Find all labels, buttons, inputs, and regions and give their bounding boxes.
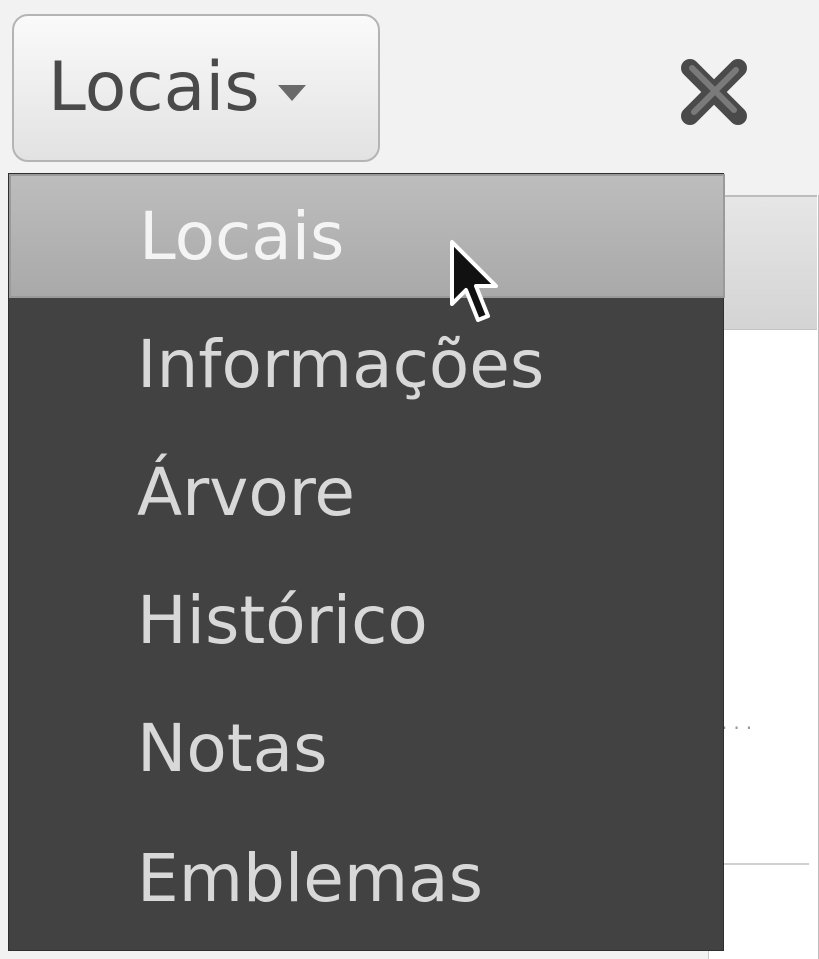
menu-item-informacoes[interactable]: Informações xyxy=(9,300,725,428)
view-selector-label: Locais xyxy=(48,48,260,127)
sidebar-view-selector-button[interactable]: Locais xyxy=(12,14,380,162)
menu-item-historico[interactable]: Histórico xyxy=(9,556,725,684)
menu-item-label: Árvore xyxy=(137,453,356,531)
chevron-down-icon xyxy=(277,85,306,101)
menu-item-emblemas[interactable]: Emblemas xyxy=(9,814,725,942)
menu-item-locais[interactable]: Locais xyxy=(9,174,725,298)
close-icon[interactable] xyxy=(676,54,752,130)
menu-item-arvore[interactable]: Árvore xyxy=(9,428,725,556)
menu-item-notas[interactable]: Notas xyxy=(9,684,725,812)
truncated-text-ellipsis: ... xyxy=(721,710,759,734)
menu-item-label: Emblemas xyxy=(137,839,483,917)
menu-item-label: Histórico xyxy=(137,581,428,659)
menu-item-label: Locais xyxy=(139,197,345,275)
menu-item-label: Informações xyxy=(137,325,545,403)
sidebar-view-menu: Locais Informações Árvore Histórico Nota… xyxy=(8,173,725,951)
menu-item-label: Notas xyxy=(137,709,328,787)
sidebar-panel-header xyxy=(709,195,817,330)
places-sidebar-screen: ... Locais Locais Informações Árvore His… xyxy=(0,0,819,959)
